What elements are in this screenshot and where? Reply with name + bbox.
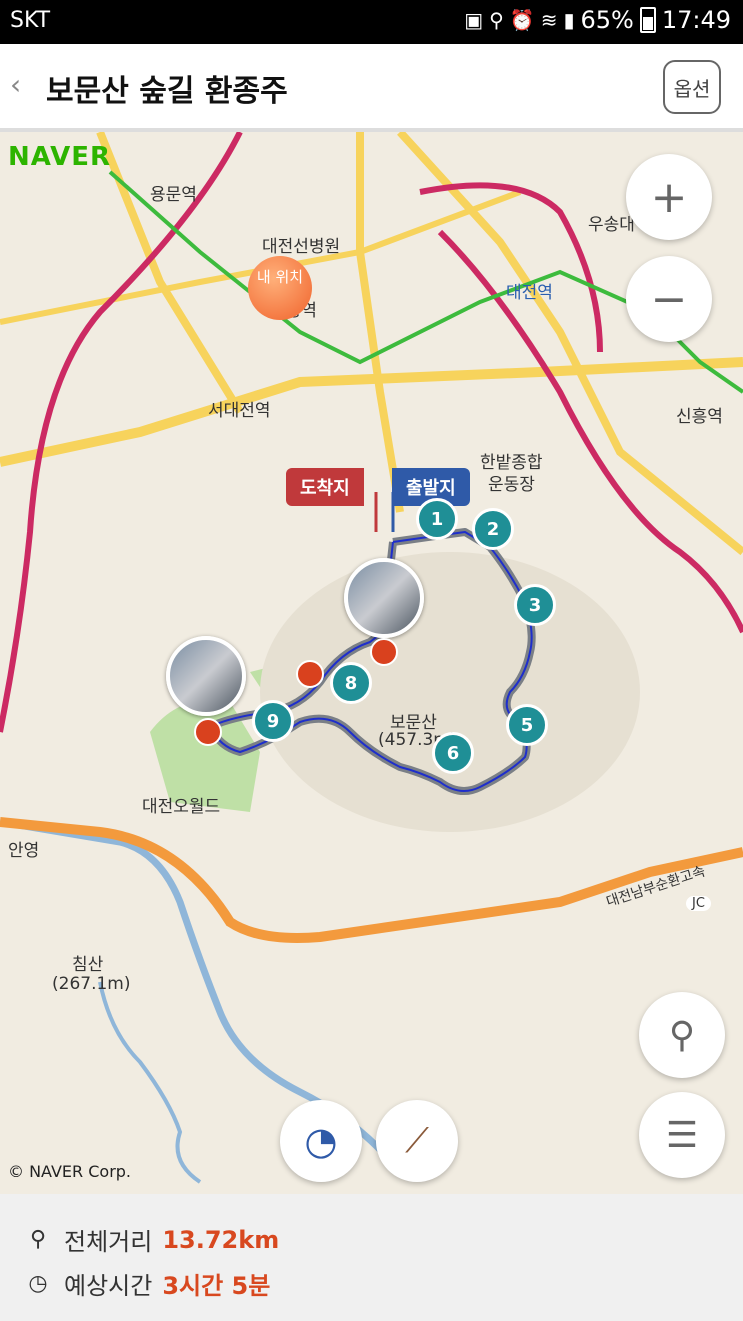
distance-row: ⚲ 전체거리 13.72km xyxy=(22,1222,279,1257)
battery-percent: 65% xyxy=(580,6,634,34)
map-label-daejeon: 대전역 xyxy=(506,283,553,303)
back-icon[interactable]: ‹ xyxy=(10,68,21,101)
waypoint-pin[interactable]: 5 xyxy=(506,704,548,746)
map-label-jc: JC xyxy=(686,896,711,911)
location-icon: ⚲ xyxy=(489,8,504,32)
waypoint-pin[interactable]: 1 xyxy=(416,498,458,540)
wifi-icon: ≋ xyxy=(540,8,558,32)
map-label-seodaejeon: 서대전역 xyxy=(208,401,271,421)
map-label-sinheung: 신흥역 xyxy=(676,407,723,427)
alarm-icon: ⏰ xyxy=(509,8,535,32)
current-location-button[interactable]: ⚲ xyxy=(639,992,725,1078)
waypoint-pin[interactable]: 9 xyxy=(252,700,294,742)
distance-value: 13.72km xyxy=(162,1225,280,1254)
map-label-hospital: 대전선병원 xyxy=(262,237,341,257)
waypoint-pin[interactable]: 8 xyxy=(330,662,372,704)
time-row: ◷ 예상시간 3시간 5분 xyxy=(22,1266,270,1301)
signal-icon: ▮ xyxy=(563,8,575,32)
waypoint-pin[interactable]: 6 xyxy=(432,732,474,774)
turn-arrow-icon xyxy=(296,660,324,688)
end-flag[interactable]: 도착지 xyxy=(286,468,364,506)
map-label-woosong: 우송대 xyxy=(588,215,635,235)
waypoint-pin[interactable]: 2 xyxy=(472,508,514,550)
speed-button[interactable]: ◔ xyxy=(280,1100,362,1182)
turn-arrow-icon xyxy=(370,638,398,666)
cast-icon: ▣ xyxy=(464,8,484,32)
my-location-marker[interactable]: 내 위치 xyxy=(248,256,312,320)
minus-icon: − xyxy=(650,273,688,325)
elevation-icon: ⟋ xyxy=(405,1121,429,1161)
map-view[interactable]: NAVER 용문역 대전선병원 오룡역 서대전역 대전역 우송대 신흥역 한밭종… xyxy=(0,132,743,1194)
status-bar: SKT ▣ ⚲ ⏰ ≋ ▮ 65% 17:49 xyxy=(0,0,743,44)
app-bar: ‹ 보문산 숲길 환종주 옵션 xyxy=(0,44,743,132)
battery-icon xyxy=(639,7,656,33)
map-label-anyeong: 안영 xyxy=(8,841,40,861)
waypoint-end-icon xyxy=(194,718,222,746)
waypoint-pin[interactable]: 3 xyxy=(514,584,556,626)
map-label-chimsan-height: (267.1m) xyxy=(52,974,131,994)
route-summary: ⚲ 전체거리 13.72km ◷ 예상시간 3시간 5분 xyxy=(0,1194,743,1321)
layers-icon: ☰ xyxy=(665,1114,699,1156)
elevation-button[interactable]: ⟋ xyxy=(376,1100,458,1182)
time-label: 예상시간 xyxy=(64,1272,153,1300)
zoom-out-button[interactable]: − xyxy=(626,256,712,342)
clock: 17:49 xyxy=(661,6,731,34)
layers-button[interactable]: ☰ xyxy=(639,1092,725,1178)
map-label-yongmun: 용문역 xyxy=(150,185,197,205)
option-button[interactable]: 옵션 xyxy=(663,60,721,114)
carrier-label: SKT xyxy=(10,8,51,33)
map-label-hanbat2: 운동장 xyxy=(488,475,535,495)
naver-logo: NAVER xyxy=(8,142,112,172)
map-label-oworld: 대전오월드 xyxy=(142,797,221,817)
location-pin-icon: ⚲ xyxy=(668,1014,696,1056)
map-label-chimsan: 침산 xyxy=(72,955,104,975)
clock-icon: ◷ xyxy=(28,1271,48,1296)
plus-icon: + xyxy=(650,171,688,223)
photo-marker[interactable] xyxy=(166,636,246,716)
time-value: 3시간 5분 xyxy=(162,1272,271,1300)
my-location-label: 내 위치 xyxy=(256,268,304,286)
page-title: 보문산 숲길 환종주 xyxy=(46,74,288,109)
distance-icon: ⚲ xyxy=(29,1227,47,1252)
photo-marker[interactable] xyxy=(344,558,424,638)
status-icons: ▣ ⚲ ⏰ ≋ ▮ 65% 17:49 xyxy=(464,6,731,34)
speedometer-icon: ◔ xyxy=(304,1119,338,1163)
distance-label: 전체거리 xyxy=(64,1228,153,1256)
zoom-in-button[interactable]: + xyxy=(626,154,712,240)
map-copyright: © NAVER Corp. xyxy=(8,1162,132,1181)
